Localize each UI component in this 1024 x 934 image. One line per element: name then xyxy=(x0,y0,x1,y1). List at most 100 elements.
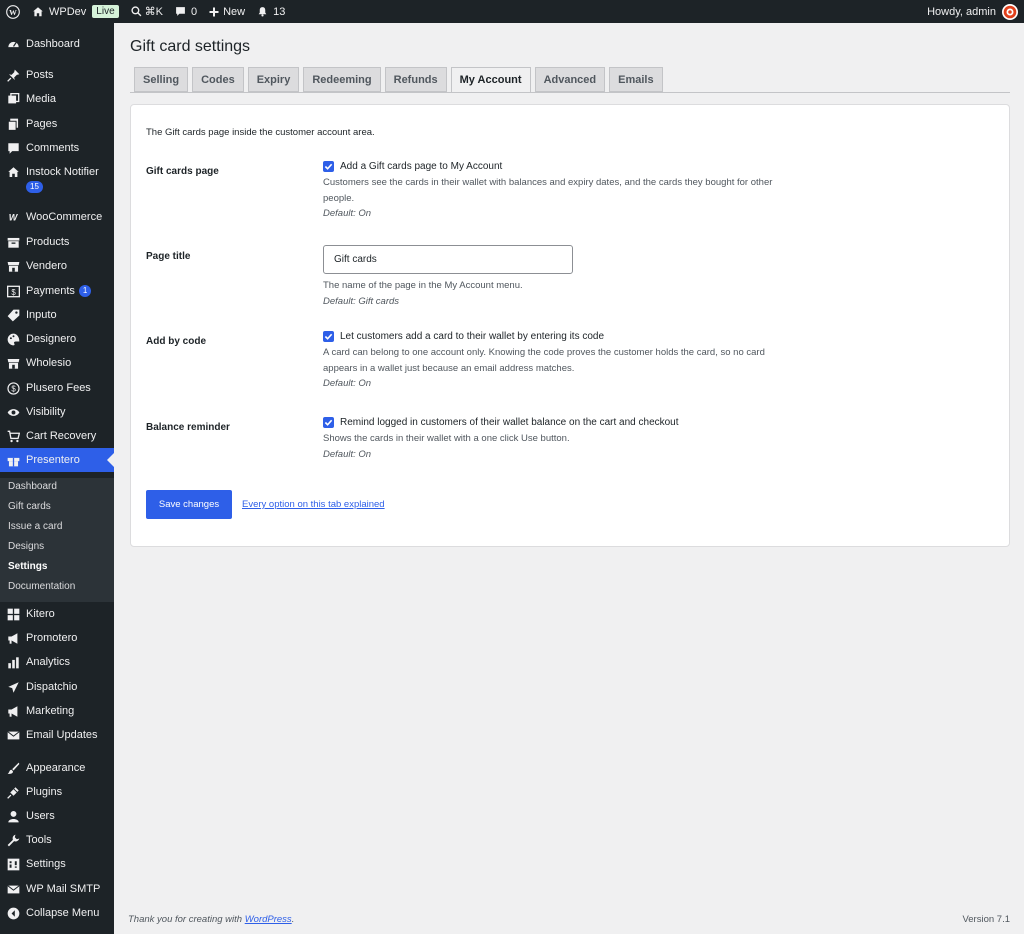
user-icon xyxy=(6,809,20,823)
section-intro: The Gift cards page inside the customer … xyxy=(146,127,375,138)
options-explained-link[interactable]: Every option on this tab explained xyxy=(242,499,385,510)
svg-text:W: W xyxy=(9,7,17,16)
admin-sidebar: Dashboard Posts Media Pages Comments Ins… xyxy=(0,23,114,934)
gift-cards-page-label: Gift cards page xyxy=(146,166,219,177)
new-content-button[interactable]: New xyxy=(203,0,251,23)
checkmark-icon xyxy=(324,333,333,340)
wordpress-link[interactable]: WordPress xyxy=(245,914,292,925)
wordpress-logo-icon[interactable]: W xyxy=(0,0,26,23)
page-title-default: Default: Gift cards xyxy=(323,295,400,307)
balance-reminder-checkbox[interactable] xyxy=(323,417,334,428)
submenu-item-designs[interactable]: Designs xyxy=(8,541,44,552)
gift-cards-page-checkbox-label[interactable]: Add a Gift cards page to My Account xyxy=(340,161,502,172)
submenu-item-dashboard[interactable]: Dashboard xyxy=(8,481,57,492)
sidebar-item-wholesio[interactable]: Wholesio xyxy=(0,351,114,375)
brush-icon xyxy=(6,761,20,775)
comment-icon xyxy=(176,7,185,16)
tab-expiry[interactable]: Expiry xyxy=(247,67,300,92)
wrench-icon xyxy=(6,833,20,847)
gift-icon xyxy=(6,453,20,467)
add-by-code-checkbox-label[interactable]: Let customers add a card to their wallet… xyxy=(340,331,604,342)
tab-redeeming[interactable]: Redeeming xyxy=(303,67,381,92)
sidebar-item-cart-recovery[interactable]: Cart Recovery xyxy=(0,424,114,448)
collapse-menu-button[interactable]: Collapse Menu xyxy=(0,901,114,925)
avatar xyxy=(1002,3,1018,20)
page-title-description: The name of the page in the My Account m… xyxy=(323,280,523,291)
live-badge: Live xyxy=(92,5,119,18)
sidebar-item-payments[interactable]: $ Payments 1 xyxy=(0,279,114,303)
sidebar-item-posts[interactable]: Posts xyxy=(0,63,114,87)
sidebar-item-vendero[interactable]: Vendero xyxy=(0,254,114,278)
sidebar-item-visibility[interactable]: Visibility xyxy=(0,400,114,424)
home-icon xyxy=(6,165,20,179)
sidebar-item-presentero[interactable]: Presentero xyxy=(0,448,114,472)
save-changes-button[interactable]: Save changes xyxy=(146,490,232,519)
sidebar-item-plusero-fees[interactable]: $ Plusero Fees xyxy=(0,376,114,400)
tab-advanced[interactable]: Advanced xyxy=(534,67,606,92)
account-menu[interactable]: Howdy, admin xyxy=(927,3,1024,20)
sidebar-item-woocommerce[interactable]: W WooCommerce xyxy=(0,205,114,229)
submenu-item-documentation[interactable]: Documentation xyxy=(8,581,75,592)
dollar-icon: $ xyxy=(6,284,20,298)
checkmark-icon xyxy=(324,163,333,170)
sidebar-item-email-updates[interactable]: Email Updates xyxy=(0,723,114,747)
site-name-link[interactable]: WPDev Live xyxy=(26,0,125,23)
balance-reminder-field: Remind logged in customers of their wall… xyxy=(323,417,793,460)
sidebar-item-analytics[interactable]: Analytics xyxy=(0,650,114,674)
sidebar-item-media[interactable]: Media xyxy=(0,87,114,111)
tab-refunds[interactable]: Refunds xyxy=(384,67,447,92)
submenu-item-gift-cards[interactable]: Gift cards xyxy=(8,501,51,512)
page-title-field: The name of the page in the My Account m… xyxy=(323,245,793,307)
archive-icon xyxy=(6,235,20,249)
sidebar-item-kitero[interactable]: Kitero xyxy=(0,602,114,626)
footer-version: Version 7.1 xyxy=(962,914,1010,925)
footer-thanks: Thank you for creating with WordPress. xyxy=(128,914,294,925)
sidebar-item-promotero[interactable]: Promotero xyxy=(0,626,114,650)
comments-link[interactable]: 0 xyxy=(169,0,203,23)
tab-emails[interactable]: Emails xyxy=(609,67,663,92)
sidebar-item-dispatchio[interactable]: Dispatchio xyxy=(0,675,114,699)
sidebar-item-users[interactable]: Users xyxy=(0,804,114,828)
sidebar-item-instock-notifier[interactable]: Instock Notifier xyxy=(0,160,114,184)
tab-selling[interactable]: Selling xyxy=(134,67,189,92)
new-label: New xyxy=(223,5,246,18)
palette-icon xyxy=(6,332,20,346)
sidebar-item-tools[interactable]: Tools xyxy=(0,828,114,852)
balance-reminder-description: Shows the cards in their wallet with a o… xyxy=(323,433,570,444)
sidebar-item-dashboard[interactable]: Dashboard xyxy=(0,32,114,56)
tab-codes[interactable]: Codes xyxy=(192,67,244,92)
balance-reminder-checkbox-label[interactable]: Remind logged in customers of their wall… xyxy=(340,417,679,428)
checkmark-icon xyxy=(324,419,333,426)
balance-reminder-default: Default: On xyxy=(323,448,372,460)
sidebar-item-wp-mail-smtp[interactable]: WP Mail SMTP xyxy=(0,877,114,901)
submenu-item-settings[interactable]: Settings xyxy=(8,561,47,572)
command-search-button[interactable]: ⌘K xyxy=(125,0,169,23)
submenu-item-issue-a-card[interactable]: Issue a card xyxy=(8,521,62,532)
sidebar-item-appearance[interactable]: Appearance xyxy=(0,756,114,780)
sidebar-item-comments[interactable]: Comments xyxy=(0,136,114,160)
tab-my-account[interactable]: My Account xyxy=(450,67,531,93)
tabs-divider xyxy=(130,92,1010,93)
notifications-button[interactable]: 13 xyxy=(251,0,291,23)
sidebar-item-products[interactable]: Products xyxy=(0,230,114,254)
page-title-input[interactable] xyxy=(323,245,573,274)
sidebar-item-plugins[interactable]: Plugins xyxy=(0,780,114,804)
page-title-label: Page title xyxy=(146,251,191,262)
plane-icon xyxy=(6,680,20,694)
instock-notifier-badge: 15 xyxy=(26,181,43,193)
howdy-text: Howdy, admin xyxy=(927,5,996,18)
gift-cards-page-checkbox[interactable] xyxy=(323,161,334,172)
gift-cards-page-description: Customers see the cards in their wallet … xyxy=(323,177,773,204)
sidebar-item-marketing[interactable]: Marketing xyxy=(0,699,114,723)
add-by-code-checkbox[interactable] xyxy=(323,331,334,342)
sidebar-item-pages[interactable]: Pages xyxy=(0,112,114,136)
sidebar-item-designero[interactable]: Designero xyxy=(0,327,114,351)
plug-icon xyxy=(6,785,20,799)
sidebar-item-settings[interactable]: Settings xyxy=(0,852,114,876)
bar-chart-icon xyxy=(6,655,20,669)
svg-text:$: $ xyxy=(11,384,16,393)
balance-reminder-label: Balance reminder xyxy=(146,422,230,433)
svg-text:W: W xyxy=(9,213,19,223)
sidebar-item-inputo[interactable]: Inputo xyxy=(0,303,114,327)
site-name: WPDev xyxy=(49,5,87,18)
